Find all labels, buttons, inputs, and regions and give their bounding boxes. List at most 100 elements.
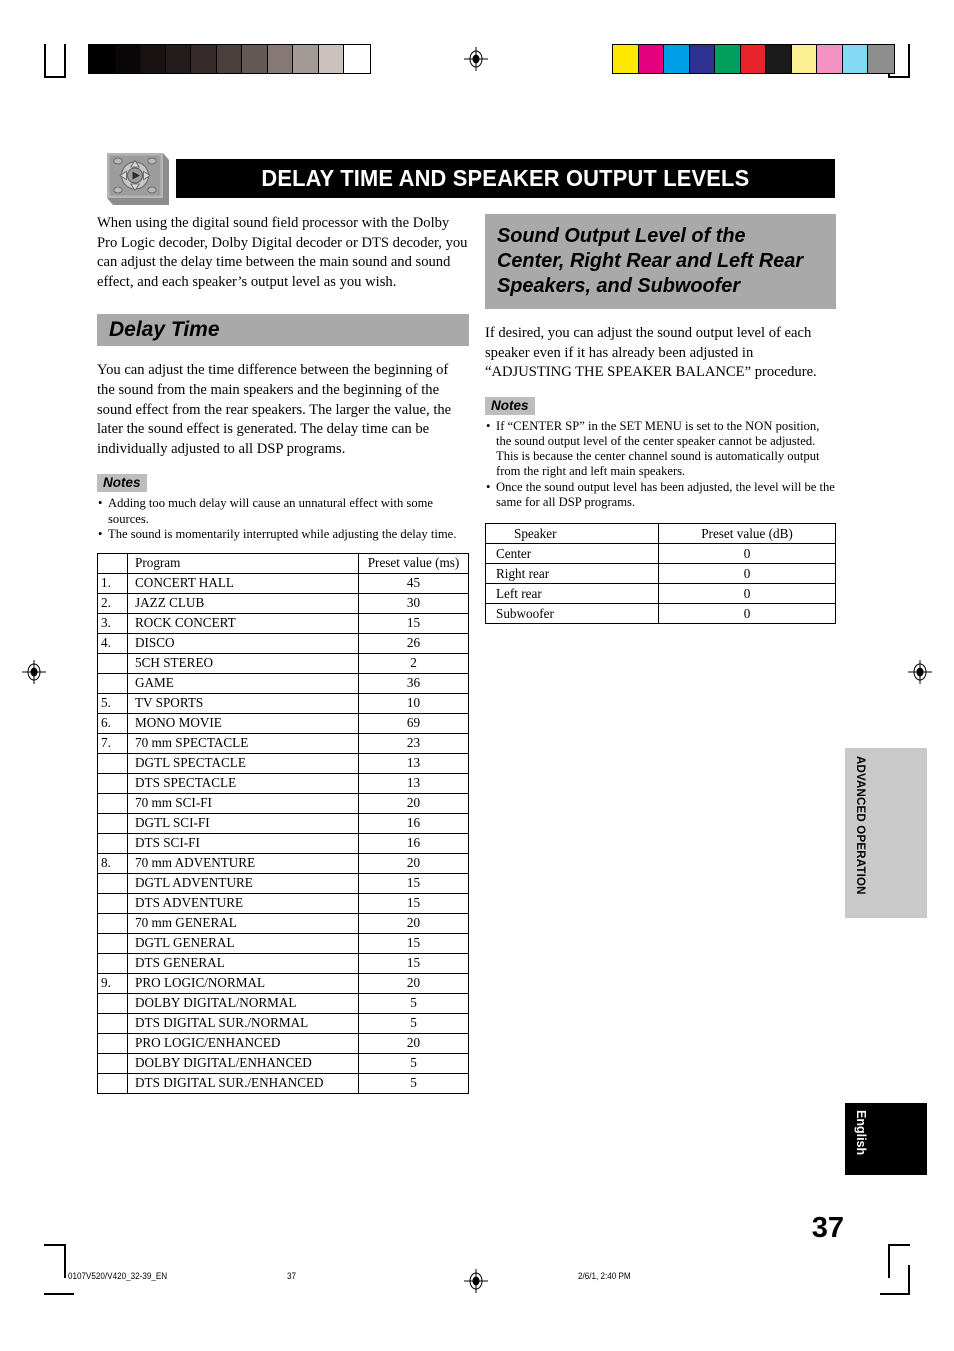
row-value: 20 <box>358 912 469 934</box>
crop-mark-bl-v <box>64 1244 66 1278</box>
row-value: 20 <box>358 852 469 874</box>
row-index: 2. <box>97 592 128 614</box>
row-program: DTS GENERAL <box>127 952 359 974</box>
table-row: Left rear 0 <box>485 583 836 604</box>
color-swatch-9 <box>842 45 868 73</box>
gray-swatch-9 <box>318 45 344 73</box>
gray-swatch-7 <box>267 45 293 73</box>
right-notes-label: Notes <box>485 396 535 415</box>
row-index <box>97 832 128 854</box>
gray-swatch-8 <box>293 45 319 73</box>
delay-time-heading-box: Delay Time <box>97 314 469 347</box>
row-value: 5 <box>358 1012 469 1034</box>
table-row: 1. CONCERT HALL 45 <box>97 572 469 594</box>
row-value: 26 <box>358 632 469 654</box>
table-row: DTS ADVENTURE 15 <box>97 892 469 914</box>
row-value: 0 <box>658 543 836 564</box>
col-header-preset-db: Preset value (dB) <box>658 523 836 544</box>
table-row: Subwoofer 0 <box>485 603 836 624</box>
language-tab-label: English <box>854 1110 868 1156</box>
row-value: 0 <box>658 603 836 624</box>
row-value: 0 <box>658 563 836 584</box>
row-value: 15 <box>358 892 469 914</box>
right-notes-list: If “CENTER SP” in the SET MENU is set to… <box>485 419 836 510</box>
crop-mark-tr-h <box>888 76 910 78</box>
color-calibration-bar <box>612 44 895 74</box>
row-index <box>97 872 128 894</box>
row-index: 1. <box>97 572 128 594</box>
sound-output-heading-box: Sound Output Level of the Center, Right … <box>485 214 836 309</box>
row-value: 13 <box>358 772 469 794</box>
row-value: 23 <box>358 732 469 754</box>
row-program: DGTL SPECTACLE <box>127 752 359 774</box>
row-program: 70 mm SCI-FI <box>127 792 359 814</box>
page-number: 37 <box>811 1212 844 1244</box>
row-program: DTS ADVENTURE <box>127 892 359 914</box>
row-speaker: Center <box>485 543 659 564</box>
crop-mark-tr2-v <box>908 44 910 78</box>
row-index <box>97 652 128 674</box>
row-value: 10 <box>358 692 469 714</box>
gray-swatch-10 <box>344 45 370 73</box>
row-speaker: Subwoofer <box>485 603 659 624</box>
delay-time-table-body: Program Preset value (ms) 1. CONCERT HALL… <box>97 552 469 1094</box>
table-row: Center 0 <box>485 543 836 564</box>
crop-mark-bottom-right-v <box>908 1265 910 1295</box>
row-value: 5 <box>358 1072 469 1094</box>
grayscale-calibration-bar <box>88 44 371 74</box>
row-program: TV SPORTS <box>127 692 359 714</box>
table-row: DGTL GENERAL 15 <box>97 932 469 954</box>
row-index <box>97 992 128 1014</box>
speaker-level-table-body: Speaker Preset value (dB) Center 0 Right … <box>485 523 836 624</box>
row-index: 7. <box>97 732 128 754</box>
row-index <box>97 932 128 954</box>
row-index: 6. <box>97 712 128 734</box>
footer-timestamp: 2/6/1, 2:40 PM <box>578 1271 631 1281</box>
row-index <box>97 952 128 974</box>
row-value: 20 <box>358 1032 469 1054</box>
footer-filename: 0107V520/V420_32-39_EN <box>68 1271 168 1281</box>
table-row: 70 mm GENERAL 20 <box>97 912 469 934</box>
table-row: DOLBY DIGITAL/NORMAL 5 <box>97 992 469 1014</box>
remote-control-dpad-icon <box>107 153 169 205</box>
row-program: DGTL GENERAL <box>127 932 359 954</box>
gray-swatch-5 <box>216 45 242 73</box>
table-row: DTS DIGITAL SUR./NORMAL 5 <box>97 1012 469 1034</box>
page-title: DELAY TIME AND SPEAKER OUTPUT LEVELS <box>261 165 750 191</box>
crop-mark-tl-h <box>44 76 66 78</box>
table-row: DGTL ADVENTURE 15 <box>97 872 469 894</box>
row-value: 45 <box>358 572 469 594</box>
row-value: 16 <box>358 812 469 834</box>
color-swatch-6 <box>766 45 792 73</box>
table-row: DTS DIGITAL SUR./ENHANCED 5 <box>97 1072 469 1094</box>
delay-time-heading: Delay Time <box>109 318 220 342</box>
row-value: 15 <box>358 612 469 634</box>
row-speaker: Left rear <box>485 583 659 604</box>
color-swatch-3 <box>689 45 715 73</box>
row-value: 13 <box>358 752 469 774</box>
row-value: 5 <box>358 1052 469 1074</box>
row-program: ROCK CONCERT <box>127 612 359 634</box>
table-row: 7. 70 mm SPECTACLE 23 <box>97 732 469 754</box>
gray-swatch-3 <box>165 45 191 73</box>
row-program: MONO MOVIE <box>127 712 359 734</box>
table-row: DTS GENERAL 15 <box>97 952 469 974</box>
row-value: 36 <box>358 672 469 694</box>
color-swatch-10 <box>868 45 894 73</box>
row-speaker: Right rear <box>485 563 659 584</box>
row-program: GAME <box>127 672 359 694</box>
row-value: 20 <box>358 792 469 814</box>
row-index: 8. <box>97 852 128 874</box>
row-program: DTS DIGITAL SUR./ENHANCED <box>127 1072 359 1094</box>
row-program: 70 mm SPECTACLE <box>127 732 359 754</box>
section-tab-advanced-label: ADVANCED OPERATION <box>854 756 866 895</box>
color-swatch-5 <box>740 45 766 73</box>
list-item: If “CENTER SP” in the SET MENU is set to… <box>485 419 836 480</box>
color-swatch-4 <box>715 45 741 73</box>
gray-swatch-1 <box>114 45 140 73</box>
list-item: The sound is momentarily interrupted whi… <box>97 527 469 542</box>
registration-mark-left <box>22 660 46 684</box>
crop-mark-bottom-left-tick <box>44 1293 74 1295</box>
gray-swatch-0 <box>89 45 115 73</box>
row-index <box>97 672 128 694</box>
